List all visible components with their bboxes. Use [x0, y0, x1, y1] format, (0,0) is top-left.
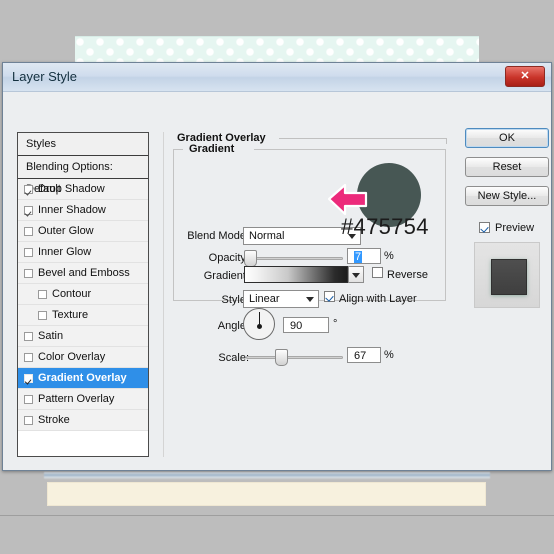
style-row-pattern-overlay[interactable]: Pattern Overlay: [18, 389, 148, 410]
style-row-inner-glow[interactable]: Inner Glow: [18, 242, 148, 263]
style-enable-checkbox[interactable]: [24, 331, 33, 341]
new-style-button[interactable]: New Style...: [465, 186, 549, 206]
gradient-legend-rule-left: [173, 149, 183, 150]
style-row-label: Drop Shadow: [38, 183, 105, 195]
style-row-contour[interactable]: Contour: [18, 284, 148, 305]
gradient-preview-swatch[interactable]: [244, 266, 348, 283]
style-row-label: Color Overlay: [38, 351, 106, 363]
styles-rows: Drop Shadow Inner Shadow Outer Glow Inner G…: [18, 179, 148, 431]
preview-toggle[interactable]: Preview: [479, 222, 549, 236]
opacity-value: 7: [354, 251, 363, 263]
style-enable-checkbox[interactable]: [24, 247, 33, 257]
style-enable-checkbox[interactable]: [38, 289, 47, 299]
style-enable-checkbox[interactable]: [24, 352, 33, 362]
panel-title-rule: [279, 138, 447, 139]
align-with-layer-label: Align with Layer: [339, 293, 417, 305]
style-row-label: Pattern Overlay: [38, 393, 115, 405]
style-enable-checkbox[interactable]: [24, 394, 33, 404]
style-row-label: Stroke: [38, 414, 70, 426]
style-row-label: Contour: [52, 288, 92, 300]
polka-dot-banner: [75, 36, 479, 65]
styles-list-header[interactable]: Styles: [18, 133, 148, 156]
dialog-title: Layer Style: [12, 69, 78, 84]
gradient-legend-rule-right: [254, 149, 446, 150]
preview-shape: [491, 259, 527, 295]
style-row-color-overlay[interactable]: Color Overlay: [18, 347, 148, 368]
style-row-label: Gradient Overlay: [38, 372, 127, 384]
scale-slider-track[interactable]: [246, 356, 343, 359]
style-row-inner-shadow[interactable]: Inner Shadow: [18, 200, 148, 221]
style-row-gradient-overlay[interactable]: Gradient Overlay: [18, 368, 148, 389]
gradient-style-value: Linear: [249, 293, 280, 305]
style-row-stroke[interactable]: Stroke: [18, 410, 148, 431]
angle-unit: °: [333, 318, 338, 330]
scale-input[interactable]: 67: [347, 347, 381, 363]
style-row-label: Bevel and Emboss: [38, 267, 130, 279]
angle-center-dot: [257, 324, 262, 329]
opacity-slider-thumb[interactable]: [244, 250, 257, 267]
style-enable-checkbox[interactable]: [38, 310, 47, 320]
style-row-label: Satin: [38, 330, 64, 342]
layer-style-dialog: Layer Style ✕ Styles Blending Options: D…: [2, 62, 552, 471]
style-row-drop-shadow[interactable]: Drop Shadow: [18, 179, 148, 200]
gradient-group-legend: Gradient: [186, 143, 238, 155]
reverse-label: Reverse: [387, 269, 428, 281]
style-row-texture[interactable]: Texture: [18, 305, 148, 326]
blend-mode-label: Blend Mode:: [187, 230, 249, 242]
cream-banner-shadow: [44, 472, 490, 479]
scale-label: Scale:: [218, 352, 249, 364]
style-enable-checkbox[interactable]: [24, 373, 33, 383]
style-enable-checkbox[interactable]: [24, 226, 33, 236]
style-row-label: Outer Glow: [38, 225, 94, 237]
opacity-slider-track[interactable]: [246, 257, 343, 260]
close-icon[interactable]: ✕: [505, 66, 545, 87]
style-row-label: Inner Shadow: [38, 204, 106, 216]
gradient-label: Gradient:: [203, 270, 249, 282]
scale-unit: %: [384, 349, 394, 361]
scale-value: 67: [354, 350, 367, 362]
blending-options-row[interactable]: Blending Options: Default: [18, 156, 148, 195]
style-row-label: Inner Glow: [38, 246, 92, 258]
opacity-label: Opacity:: [208, 252, 249, 264]
style-label: Style:: [221, 294, 249, 306]
style-enable-checkbox[interactable]: [24, 184, 33, 194]
style-enable-checkbox[interactable]: [24, 205, 33, 215]
angle-dial[interactable]: [243, 308, 275, 340]
ok-button[interactable]: OK: [465, 128, 549, 148]
chevron-down-icon: [306, 297, 314, 302]
opacity-input[interactable]: 7: [347, 248, 381, 264]
angle-input[interactable]: 90: [283, 317, 329, 333]
panel-title-rule-end: [446, 138, 447, 144]
blend-mode-value: Normal: [249, 230, 285, 242]
preview-checkbox[interactable]: [479, 222, 490, 233]
angle-value: 90: [290, 320, 303, 332]
align-with-layer-checkbox[interactable]: [324, 291, 335, 302]
dialog-actions: OK Reset New Style... Preview: [465, 128, 549, 308]
style-enable-checkbox[interactable]: [24, 268, 33, 278]
scale-slider-thumb[interactable]: [275, 349, 288, 366]
hex-color-annotation: #475754: [341, 214, 429, 239]
reset-button[interactable]: Reset: [465, 157, 549, 177]
style-enable-checkbox[interactable]: [24, 415, 33, 425]
style-row-label: Texture: [52, 309, 89, 321]
dialog-titlebar[interactable]: Layer Style ✕: [3, 63, 551, 92]
styles-list-panel: Styles Blending Options: Default Drop Sh…: [17, 132, 149, 457]
style-row-outer-glow[interactable]: Outer Glow: [18, 221, 148, 242]
dialog-body: Styles Blending Options: Default Drop Sh…: [3, 92, 551, 472]
reverse-checkbox[interactable]: [372, 267, 383, 278]
preview-thumbnail: [474, 242, 540, 308]
style-row-satin[interactable]: Satin: [18, 326, 148, 347]
angle-label: Angle:: [217, 320, 249, 332]
gradient-style-select[interactable]: Linear: [243, 290, 319, 308]
pink-arrow-pointer: [328, 183, 368, 216]
style-row-bevel-and-emboss[interactable]: Bevel and Emboss: [18, 263, 148, 284]
gradient-picker-dropdown[interactable]: [348, 266, 364, 283]
cream-banner: [47, 482, 486, 506]
horizontal-divider: [0, 515, 554, 516]
preview-label: Preview: [495, 222, 535, 234]
opacity-unit: %: [384, 250, 394, 262]
